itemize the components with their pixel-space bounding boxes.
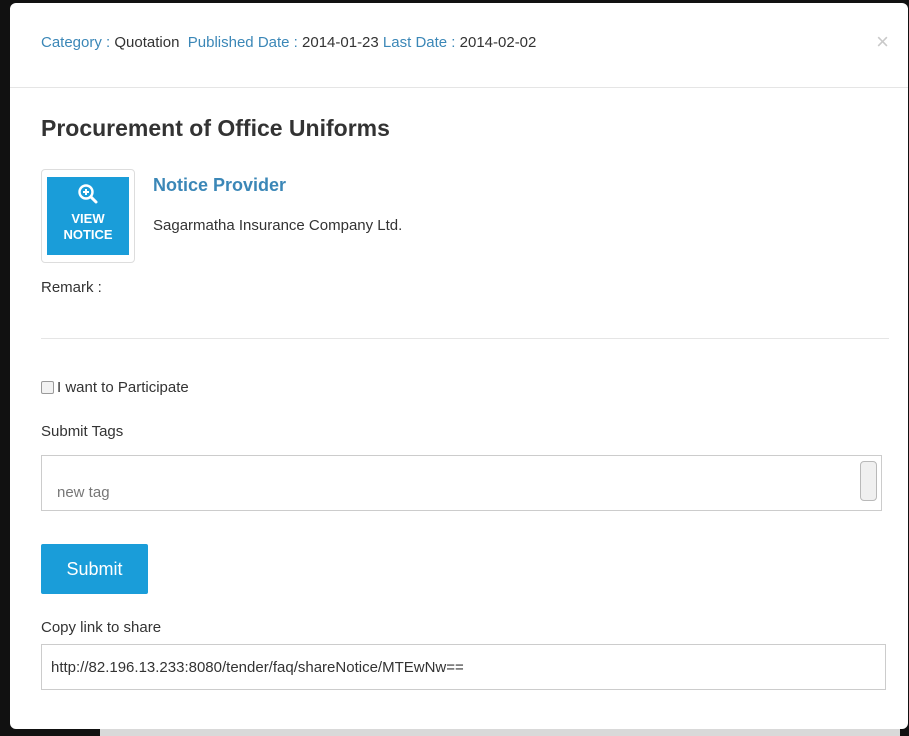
zoom-in-icon <box>78 184 98 204</box>
view-notice-label-line1: VIEW <box>71 211 105 226</box>
tags-scrollbar[interactable] <box>860 461 877 501</box>
notice-provider-name: Sagarmatha Insurance Company Ltd. <box>153 217 403 234</box>
last-date-label: Last Date : <box>382 34 456 51</box>
new-tag-input[interactable] <box>57 482 457 502</box>
copy-link-label: Copy link to share <box>41 619 162 636</box>
modal-header: Category : Quotation Published Date : 20… <box>10 3 908 88</box>
close-icon[interactable]: × <box>876 31 889 53</box>
view-notice-badge: VIEW NOTICE <box>47 177 129 255</box>
submit-button[interactable]: Submit <box>41 544 148 594</box>
notice-meta-line: Category : Quotation Published Date : 20… <box>41 34 536 51</box>
notice-provider-label: Notice Provider <box>153 175 287 195</box>
view-notice-label-line2: NOTICE <box>63 227 113 242</box>
category-value: Quotation <box>114 34 180 51</box>
share-link-field[interactable] <box>41 644 886 690</box>
tags-input-box[interactable] <box>41 455 882 511</box>
submit-tags-label: Submit Tags <box>41 423 124 440</box>
remark-label: Remark : <box>41 279 102 296</box>
participate-checkbox[interactable] <box>41 381 54 394</box>
background-content-strip <box>100 729 900 736</box>
published-date-label: Published Date : <box>187 34 298 51</box>
section-divider <box>41 338 889 339</box>
notice-title: Procurement of Office Uniforms <box>41 115 390 141</box>
notice-modal: Category : Quotation Published Date : 20… <box>10 3 908 729</box>
participate-checkbox-row[interactable]: I want to Participate <box>41 379 189 399</box>
category-label: Category : <box>41 34 111 51</box>
last-date-value: 2014-02-02 <box>459 34 537 51</box>
published-date-value: 2014-01-23 <box>302 34 379 51</box>
participate-label: I want to Participate <box>57 379 189 396</box>
view-notice-button[interactable]: VIEW NOTICE <box>41 169 135 263</box>
